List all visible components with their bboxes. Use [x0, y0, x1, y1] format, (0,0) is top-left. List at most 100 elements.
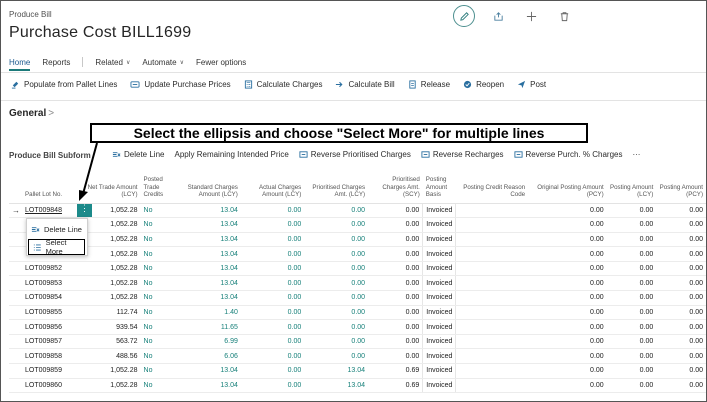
- delete-button[interactable]: [554, 6, 574, 26]
- table-cell[interactable]: LOT009852: [9, 261, 78, 277]
- menu-reports[interactable]: Reports: [42, 58, 70, 67]
- breadcrumb[interactable]: Produce Bill: [9, 10, 52, 19]
- table-row[interactable]: 1,052.28 No 13.04 0.00 0.00 0.00 Invoiced 0.00 0…: [9, 232, 706, 248]
- chevron-right-icon: >: [48, 108, 55, 119]
- table-cell: No: [140, 203, 178, 219]
- table-cell: 13.04: [177, 246, 241, 262]
- table-cell[interactable]: LOT009858: [9, 348, 78, 365]
- reverse-purch-button[interactable]: Reverse Purch. % Charges: [513, 150, 622, 159]
- column-header[interactable]: Net Trade Amount (LCY): [77, 171, 141, 204]
- table-cell: 0.00: [606, 334, 657, 350]
- table-cell: 0.00: [528, 232, 607, 248]
- table-cell: 0.00: [304, 203, 369, 219]
- table-cell: 0.00: [606, 363, 657, 379]
- table-cell: 0.00: [656, 203, 706, 219]
- column-header[interactable]: Posting Amount (LCY): [606, 171, 657, 204]
- table-cell: 0.00: [304, 319, 369, 335]
- release-button[interactable]: Release: [408, 80, 450, 89]
- column-header[interactable]: Prioritised Charges Amt. (SCY): [368, 171, 423, 204]
- table-row[interactable]: LOT009853 1,052.28 No 13.04 0.00 0.00 0.00 Invo…: [9, 275, 706, 292]
- table-row[interactable]: LOT009859 1,052.28 No 13.04 0.00 13.04 0.69 Inv…: [9, 363, 706, 379]
- arrow-right-icon: [336, 81, 343, 88]
- table-row[interactable]: 1,052.28 No 13.04 0.00 0.00 0.00 Invoiced 0.00 0…: [9, 246, 706, 262]
- menu-fewer-options[interactable]: Fewer options: [196, 58, 246, 67]
- select-more-icon: [33, 243, 41, 251]
- populate-button[interactable]: Populate from Pallet Lines: [11, 80, 117, 89]
- reverse-prioritised-label: Reverse Prioritised Charges: [310, 150, 411, 159]
- table-cell[interactable]: LOT009856: [9, 319, 78, 335]
- apply-remaining-button[interactable]: Apply Remaining Intended Price: [174, 150, 288, 159]
- table-cell: 0.69: [368, 378, 423, 394]
- column-header[interactable]: Posting Amount (PCY): [656, 171, 706, 204]
- table-cell: [455, 305, 529, 321]
- edit-button[interactable]: [453, 5, 475, 27]
- reopen-button[interactable]: Reopen: [463, 80, 504, 89]
- table-cell: 0.00: [528, 261, 607, 277]
- column-header[interactable]: Standard Charges Amount (LCY): [177, 171, 241, 204]
- table-row[interactable]: 1,052.28 No 13.04 0.00 0.00 0.00 Invoiced 0.00 0…: [9, 217, 706, 233]
- table-cell: 0.00: [606, 305, 657, 321]
- table-cell: 0.00: [240, 275, 305, 292]
- column-header[interactable]: Posting Credit Reason Code: [455, 171, 529, 204]
- menu-home[interactable]: Home: [9, 58, 31, 71]
- column-header[interactable]: Actual Charges Amount (LCY): [240, 171, 305, 204]
- table-cell: [455, 275, 529, 292]
- table-row[interactable]: LOT009848 1,052.28 No 13.04 0.00 0.00 0.00 Invo…: [9, 203, 706, 219]
- table-row[interactable]: LOT009852 1,052.28 No 13.04 0.00 0.00 0.00 Invo…: [9, 261, 706, 277]
- table-cell: 112.74: [77, 305, 141, 321]
- reverse-prioritised-button[interactable]: Reverse Prioritised Charges: [299, 150, 411, 159]
- table-cell: [455, 217, 529, 233]
- calculate-charges-button[interactable]: Calculate Charges: [244, 80, 322, 89]
- table-cell: No: [140, 232, 178, 248]
- column-header[interactable]: Original Posting Amount (PCY): [528, 171, 607, 204]
- table-cell: 0.00: [240, 203, 305, 219]
- table-cell: 1,052.28: [77, 378, 141, 394]
- row-ellipsis-button[interactable]: ⋮: [77, 204, 92, 217]
- table-row[interactable]: LOT009860 1,052.28 No 13.04 0.00 13.04 0.69 Inv…: [9, 378, 706, 394]
- context-select-more[interactable]: Select More: [28, 238, 85, 256]
- table-row[interactable]: LOT009855 112.74 No 1.40 0.00 0.00 0.00 Invoice…: [9, 305, 706, 321]
- table-cell: 0.00: [368, 261, 423, 277]
- more-options-button[interactable]: ···: [632, 150, 640, 159]
- table-cell[interactable]: LOT009854: [9, 290, 78, 306]
- table-cell[interactable]: LOT009860: [9, 378, 78, 394]
- chevron-down-icon: ∨: [179, 59, 184, 66]
- table-row[interactable]: LOT009854 1,052.28 No 13.04 0.00 0.00 0.00 Invo…: [9, 290, 706, 306]
- table-cell: 13.04: [177, 378, 241, 394]
- subform-title: Produce Bill Subform: [9, 151, 91, 160]
- table-cell[interactable]: LOT009853: [9, 275, 78, 292]
- column-header[interactable]: Posted Trade Credits: [140, 171, 178, 204]
- table-cell[interactable]: LOT009855: [9, 305, 78, 321]
- table-cell: [455, 290, 529, 306]
- share-button[interactable]: [488, 6, 508, 26]
- calculate-bill-button[interactable]: Calculate Bill: [335, 80, 395, 89]
- menu-automate[interactable]: Automate ∨: [142, 58, 184, 67]
- subform-delete-line-button[interactable]: Delete Line: [112, 150, 164, 159]
- post-button[interactable]: Post: [517, 80, 546, 89]
- new-button[interactable]: [521, 6, 541, 26]
- table-cell: 0.00: [240, 378, 305, 394]
- table-cell: 0.00: [606, 275, 657, 292]
- general-section-header[interactable]: General >: [9, 108, 54, 119]
- table-row[interactable]: LOT009858 488.56 No 6.06 0.00 0.00 0.00 Invoice…: [9, 348, 706, 365]
- table-row[interactable]: LOT009857 563.72 No 6.99 0.00 0.00 0.00 Invoice…: [9, 334, 706, 350]
- table-cell[interactable]: LOT009859: [9, 363, 78, 379]
- post-icon: [518, 80, 526, 89]
- general-label: General: [9, 108, 47, 119]
- update-prices-button[interactable]: Update Purchase Prices: [130, 80, 231, 89]
- table-cell: 0.00: [304, 334, 369, 350]
- menu-related[interactable]: Related ∨: [95, 58, 130, 67]
- table-cell: 0.00: [528, 246, 607, 262]
- app-window: Produce Bill Purchase Cost BILL1699 Home…: [0, 0, 707, 402]
- table-cell[interactable]: LOT009857: [9, 334, 78, 350]
- reverse-recharges-button[interactable]: Reverse Recharges: [421, 150, 504, 159]
- table-row[interactable]: LOT009856 939.54 No 11.65 0.00 0.00 0.00 Invoic…: [9, 319, 706, 335]
- table-cell: 13.04: [177, 217, 241, 233]
- menu-divider: [82, 57, 84, 67]
- column-header[interactable]: Pallet Lot No.: [9, 171, 78, 204]
- column-header[interactable]: Posting Amount Basis: [422, 171, 456, 204]
- context-delete-line[interactable]: Delete Line: [27, 221, 87, 237]
- column-header[interactable]: Prioritised Charges Amt. (LCY): [304, 171, 369, 204]
- instruction-callout: Select the ellipsis and choose "Select M…: [90, 123, 588, 143]
- reverse-recharges-label: Reverse Recharges: [432, 150, 504, 159]
